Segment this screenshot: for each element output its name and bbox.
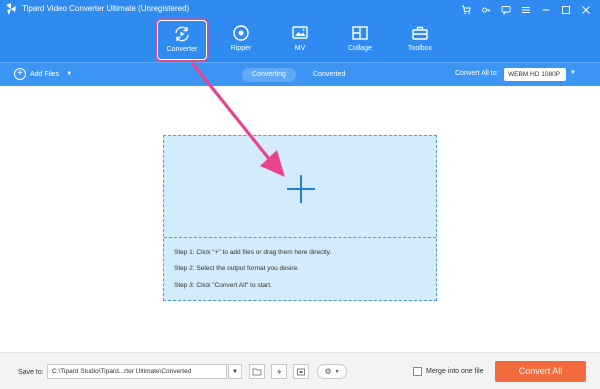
output-format-select[interactable]: WEBM HD 1080P	[504, 68, 566, 81]
maximize-icon[interactable]	[556, 3, 576, 16]
key-icon[interactable]	[476, 3, 496, 16]
gear-icon: ⚙	[324, 367, 332, 376]
menu-icon[interactable]	[516, 3, 536, 16]
converter-icon	[175, 26, 189, 42]
close-icon[interactable]	[576, 3, 596, 16]
chevron-down-icon[interactable]: ▼	[570, 70, 576, 76]
nav-converter[interactable]: Converter	[157, 20, 207, 60]
merge-checkbox[interactable]: Merge into one file	[413, 367, 484, 376]
nav-label: Converter	[166, 46, 198, 53]
merge-label: Merge into one file	[426, 368, 484, 375]
main-area: Step 1: Click "+" to add files or drag t…	[0, 86, 600, 352]
nav-label: Collage	[348, 45, 372, 52]
tab-converting[interactable]: Converting	[242, 68, 296, 82]
tab-converted[interactable]: Converted	[303, 68, 355, 82]
file-drop-zone[interactable]: Step 1: Click "+" to add files or drag t…	[163, 135, 437, 301]
chevron-down-icon[interactable]: ▼	[228, 364, 242, 379]
sub-toolbar: + Add Files ▼ Converting Converted Conve…	[0, 62, 600, 86]
step-1-text: Step 1: Click "+" to add files or drag t…	[174, 249, 332, 256]
app-logo-icon	[6, 3, 16, 15]
cart-icon[interactable]	[456, 3, 476, 16]
save-to-label: Save to:	[18, 369, 44, 376]
nav-toolbox[interactable]: Toolbox	[395, 20, 445, 60]
nav-ripper[interactable]: Ripper	[216, 20, 266, 60]
step-2-text: Step 2: Select the output format you des…	[174, 265, 300, 272]
convert-all-to-label: Convert All to:	[455, 70, 499, 77]
convert-all-button[interactable]: Convert All	[495, 361, 586, 382]
collage-icon	[352, 26, 368, 40]
minimize-icon[interactable]	[536, 3, 556, 16]
ripper-icon	[233, 25, 249, 41]
main-nav: Converter Ripper MV Collage Toolbox	[0, 18, 600, 62]
divider	[164, 237, 436, 238]
add-icon: +	[14, 68, 26, 80]
bottom-bar: Save to: C:\Tipard Studio\Tipard...rter …	[0, 352, 600, 389]
chat-icon[interactable]	[496, 3, 516, 16]
nav-label: MV	[294, 45, 306, 52]
settings-button[interactable]: ⚙ ▼	[317, 364, 347, 379]
nav-mv[interactable]: MV	[275, 20, 325, 60]
save-path-field[interactable]: C:\Tipard Studio\Tipard...rter Ultimate\…	[47, 364, 227, 379]
gpu-icon[interactable]	[293, 364, 309, 379]
nav-label: Toolbox	[407, 45, 433, 52]
folder-icon[interactable]	[249, 364, 265, 379]
step-3-text: Step 3: Click "Convert All" to start.	[174, 282, 272, 289]
checkbox-box[interactable]	[413, 367, 422, 376]
mv-icon	[292, 26, 308, 39]
nav-label: Ripper	[230, 45, 252, 52]
nav-collage[interactable]: Collage	[335, 20, 385, 60]
toolbox-icon	[412, 26, 428, 40]
chevron-down-icon[interactable]: ▼	[66, 71, 72, 77]
chevron-down-icon: ▼	[334, 368, 340, 375]
add-files-button[interactable]: + Add Files ▼	[14, 68, 72, 80]
title-bar: Tipard Video Converter Ultimate (Unregis…	[0, 0, 600, 18]
window-title: Tipard Video Converter Ultimate (Unregis…	[22, 4, 190, 13]
hardware-acceleration-icon[interactable]	[271, 364, 287, 379]
add-files-label: Add Files	[30, 70, 60, 78]
add-plus-icon-vertical[interactable]	[300, 175, 302, 203]
